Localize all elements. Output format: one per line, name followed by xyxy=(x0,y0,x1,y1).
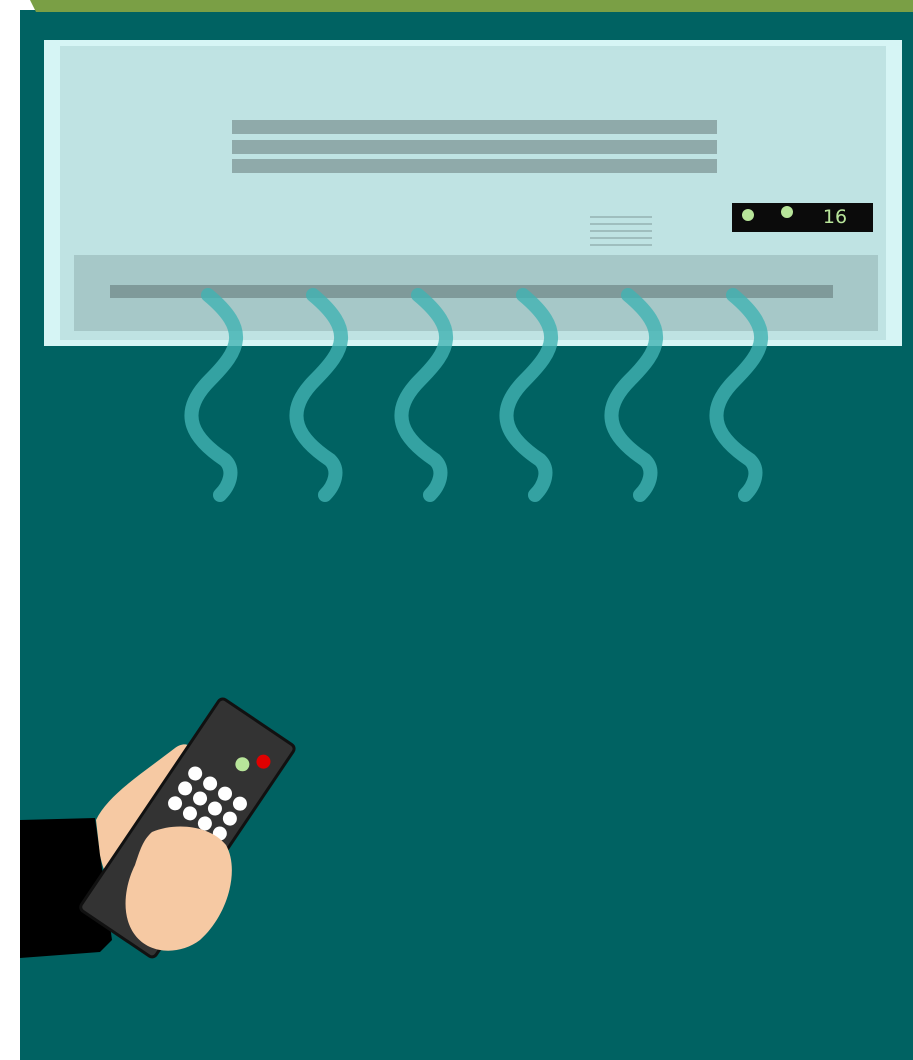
air-conditioner-icon xyxy=(44,40,902,346)
vent-bar-3 xyxy=(232,159,717,173)
indicator-led-1 xyxy=(742,209,754,221)
vent-bar-1 xyxy=(232,120,717,134)
top-band xyxy=(30,0,913,12)
temperature-readout: 16 xyxy=(822,206,848,228)
scene xyxy=(0,0,913,1060)
indicator-led-2 xyxy=(781,206,793,218)
vent-bar-2 xyxy=(232,140,717,154)
